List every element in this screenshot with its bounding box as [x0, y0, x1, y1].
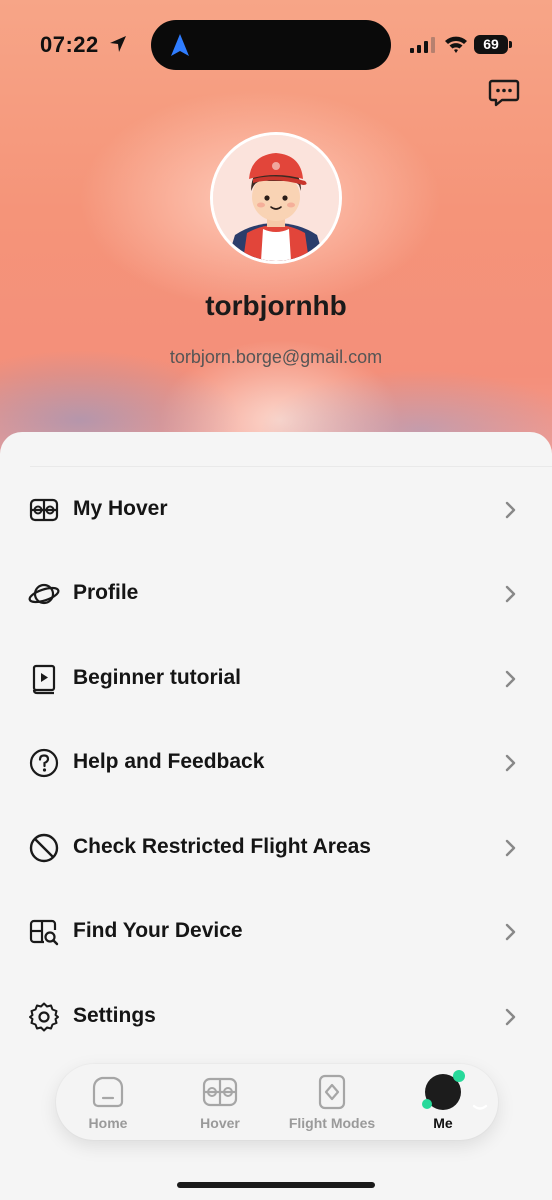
chevron-right-icon	[505, 754, 516, 772]
tab-label: Home	[88, 1115, 128, 1131]
chevron-right-icon	[505, 1008, 516, 1026]
chevron-right-icon	[505, 923, 516, 941]
profile-avatar[interactable]	[210, 132, 342, 264]
hover-icon	[202, 1077, 238, 1107]
status-time: 07:22	[40, 32, 99, 57]
profile-username: torbjornhb	[205, 290, 347, 321]
avatar-illustration	[213, 135, 339, 261]
menu-item-label: Beginner tutorial	[73, 666, 242, 689]
tab-label: Me	[433, 1115, 453, 1131]
home-indicator	[177, 1182, 375, 1188]
menu-item-find-your-device[interactable]: Find Your Device	[0, 890, 552, 974]
location-arrow-icon	[110, 36, 126, 52]
question-circle-icon	[29, 748, 59, 778]
menu-item-label: Help and Feedback	[73, 750, 265, 773]
gear-icon	[29, 1002, 59, 1032]
accent-dot	[453, 1070, 465, 1082]
chevron-right-icon	[505, 839, 516, 857]
dynamic-island	[151, 20, 391, 70]
message-icon[interactable]	[488, 78, 520, 108]
tab-label: Hover	[200, 1115, 240, 1131]
wifi-icon	[445, 36, 467, 53]
home-icon	[92, 1076, 124, 1108]
chevron-right-icon	[505, 670, 516, 688]
tab-home[interactable]: Home	[53, 1064, 163, 1140]
menu-item-beginner-tutorial[interactable]: Beginner tutorial	[0, 637, 552, 721]
menu-item-label: Settings	[73, 1004, 156, 1027]
status-bar: 07:22 69	[0, 18, 552, 72]
tab-label: Flight Modes	[288, 1115, 376, 1131]
bottom-tab-bar: Home Hover Flight Modes Me	[56, 1064, 498, 1140]
tab-flight-modes[interactable]: Flight Modes	[277, 1064, 387, 1140]
menu-item-help-and-feedback[interactable]: Help and Feedback	[0, 721, 552, 805]
tutorial-book-icon	[32, 664, 56, 695]
tab-hover[interactable]: Hover	[165, 1064, 275, 1140]
menu-item-label: Check Restricted Flight Areas	[73, 835, 371, 858]
chevron-right-icon	[505, 501, 516, 519]
accent-dot	[422, 1099, 432, 1109]
cellular-signal-icon	[410, 37, 435, 53]
planet-icon	[28, 583, 60, 605]
flight-modes-icon	[318, 1074, 346, 1110]
menu-item-label: My Hover	[73, 497, 168, 520]
navigation-arrow-icon	[171, 34, 189, 56]
chevron-right-icon	[505, 585, 516, 603]
profile-email: torbjorn.borge@gmail.com	[169, 347, 383, 367]
menu-item-check-restricted-flight-areas[interactable]: Check Restricted Flight Areas	[0, 806, 552, 890]
no-entry-icon	[29, 833, 59, 863]
menu-item-label: Profile	[73, 581, 139, 604]
hover-icon	[29, 498, 59, 522]
tab-me[interactable]: Me	[388, 1064, 498, 1140]
divider	[30, 466, 552, 467]
find-device-icon	[29, 919, 59, 946]
menu-item-my-hover[interactable]: My Hover	[0, 468, 552, 552]
menu-item-label: Find Your Device	[73, 919, 243, 942]
menu-item-profile[interactable]: Profile	[0, 552, 552, 636]
battery-indicator: 69	[474, 35, 512, 54]
menu-item-settings[interactable]: Settings	[0, 975, 552, 1059]
